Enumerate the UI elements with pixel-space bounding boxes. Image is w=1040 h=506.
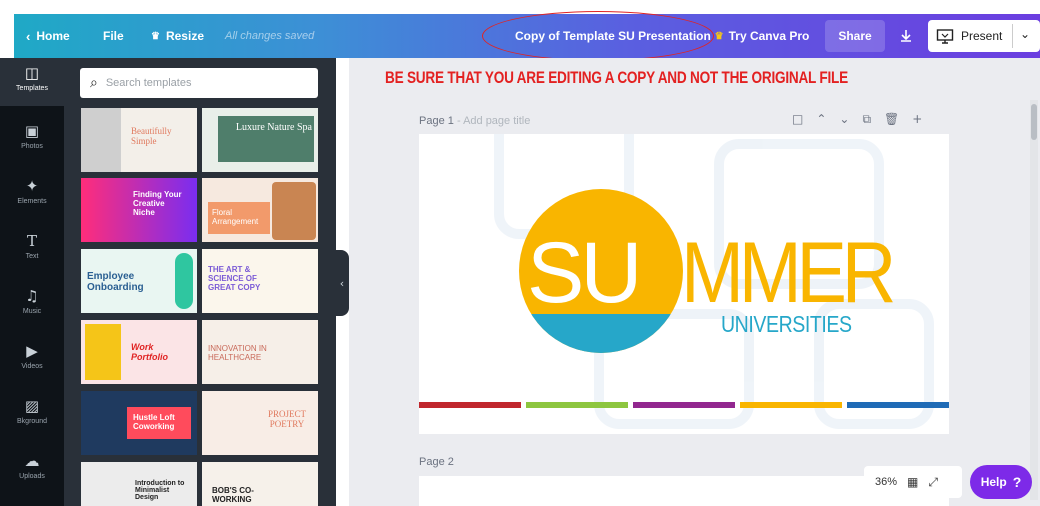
home-button[interactable]: ‹ Home <box>26 14 70 58</box>
template-card-art-science-copy[interactable]: THE ART & SCIENCE OF GREAT COPY <box>202 249 318 313</box>
download-icon <box>901 30 911 42</box>
template-card-work-portfolio[interactable]: Work Portfolio <box>81 320 197 384</box>
crown-icon: ♛ <box>714 30 724 42</box>
templates-icon: ◫ <box>24 64 40 82</box>
resize-button[interactable]: ♛ Resize <box>151 14 204 58</box>
music-icon: ♫ <box>25 287 39 305</box>
move-up-icon[interactable]: ⌃ <box>816 112 826 130</box>
slide-subtitle: UNIVERSITIES <box>721 312 852 338</box>
move-down-icon[interactable]: ⌄ <box>839 112 849 130</box>
template-photo <box>85 324 121 380</box>
slide-word-mmer: MMER <box>681 226 893 322</box>
rail-music[interactable]: ♫ Music <box>0 281 64 329</box>
stripe-green <box>526 402 628 408</box>
text-icon: T <box>26 232 37 250</box>
page-1-label: Page 1 - Add page title <box>419 115 531 127</box>
save-status: All changes saved <box>225 30 315 42</box>
chevron-down-icon[interactable]: ⌄ <box>1020 27 1030 41</box>
stripe-yellow <box>740 402 842 408</box>
share-button[interactable]: Share <box>825 20 885 52</box>
template-photo <box>272 182 316 240</box>
template-card-bobs-coworking[interactable]: BOB'S CO-WORKING <box>202 462 318 506</box>
template-card-employee-onboarding[interactable]: Employee Onboarding <box>81 249 197 313</box>
background-icon: ▨ <box>24 397 40 415</box>
try-canva-pro-button[interactable]: ♛ Try Canva Pro <box>710 20 814 52</box>
stripe-purple <box>633 402 735 408</box>
title-highlight-circle <box>482 11 714 61</box>
search-icon: ⌕ <box>90 75 98 91</box>
note-icon[interactable]: □ <box>792 112 803 130</box>
rail-uploads[interactable]: ☁ Uploads <box>0 446 64 494</box>
page-toolbar: □ ⌃ ⌄ ⧉ 🗑 + <box>792 112 952 130</box>
collapse-panel-button[interactable]: ‹ <box>335 250 349 316</box>
uploads-icon: ☁ <box>24 452 40 470</box>
template-card-hustle-loft[interactable]: Hustle Loft Coworking <box>81 391 197 455</box>
download-button[interactable] <box>891 20 921 52</box>
template-shape <box>175 253 193 309</box>
grid-view-icon[interactable]: ▦ <box>907 475 918 489</box>
scrollbar-thumb[interactable] <box>1031 104 1037 140</box>
rail-videos[interactable]: ▶ Videos <box>0 336 64 384</box>
template-card-creative-niche[interactable]: Finding Your Creative Niche <box>81 178 197 242</box>
file-menu-button[interactable]: File <box>103 14 124 58</box>
page-title-input[interactable]: Add page title <box>463 115 530 127</box>
slide-word-su: SU <box>527 225 638 321</box>
add-page-icon[interactable]: + <box>912 112 922 130</box>
red-annotation-text: BE SURE THAT YOU ARE EDITING A COPY AND … <box>385 68 848 87</box>
present-button[interactable]: Present ⌄ <box>928 20 1040 52</box>
help-question-icon: ? <box>1012 474 1022 490</box>
videos-icon: ▶ <box>26 342 38 360</box>
vertical-scrollbar[interactable] <box>1030 100 1038 500</box>
slide-artwork: SU MMER UNIVERSITIES <box>419 134 949 429</box>
chevron-left-icon: ‹ <box>26 28 31 44</box>
rail-templates[interactable]: ◫ Templates <box>0 58 64 106</box>
zoom-level[interactable]: 36% <box>875 476 897 488</box>
fullscreen-icon[interactable]: ⤢ <box>928 475 938 490</box>
zoom-controls: 36% ▦ ⤢ <box>864 466 962 498</box>
page-2-label: Page 2 <box>419 456 454 468</box>
resize-crown-icon: ♛ <box>151 30 160 42</box>
template-card-minimalist-design[interactable]: Introduction to Minimalist Design <box>81 462 197 506</box>
template-card-luxure-nature-spa[interactable]: Luxure Nature Spa <box>202 108 318 172</box>
stripe-red <box>419 402 521 408</box>
search-box[interactable]: ⌕ <box>80 68 318 98</box>
elements-icon: ✦ <box>25 177 39 195</box>
template-card-innovation-healthcare[interactable]: INNOVATION IN HEALTHCARE <box>202 320 318 384</box>
home-label: Home <box>36 29 70 43</box>
chevron-left-icon: ‹ <box>339 276 345 290</box>
rail-text[interactable]: T Text <box>0 226 64 274</box>
side-rail: ◫ Templates ▣ Photos ✦ Elements T Text ♫… <box>0 58 64 506</box>
search-input[interactable] <box>105 77 296 89</box>
help-button[interactable]: Help ? <box>970 465 1032 499</box>
delete-icon[interactable]: 🗑 <box>884 112 899 130</box>
slide-canvas[interactable]: SU MMER UNIVERSITIES <box>419 134 949 434</box>
stripe-blue <box>847 402 949 408</box>
template-card-project-poetry[interactable]: PROJECT POETRY <box>202 391 318 455</box>
duplicate-icon[interactable]: ⧉ <box>862 112 871 130</box>
rail-background[interactable]: ▨ Bkground <box>0 391 64 439</box>
rail-elements[interactable]: ✦ Elements <box>0 171 64 219</box>
template-card-beautifully-simple[interactable]: Beautifully Simple <box>81 108 197 172</box>
photos-icon: ▣ <box>24 122 40 140</box>
template-photo <box>81 108 121 172</box>
template-card-floral-arrangement[interactable]: Floral Arrangement <box>202 178 318 242</box>
present-divider <box>1012 24 1013 48</box>
present-screen-icon <box>936 29 954 44</box>
rail-photos[interactable]: ▣ Photos <box>0 116 64 164</box>
